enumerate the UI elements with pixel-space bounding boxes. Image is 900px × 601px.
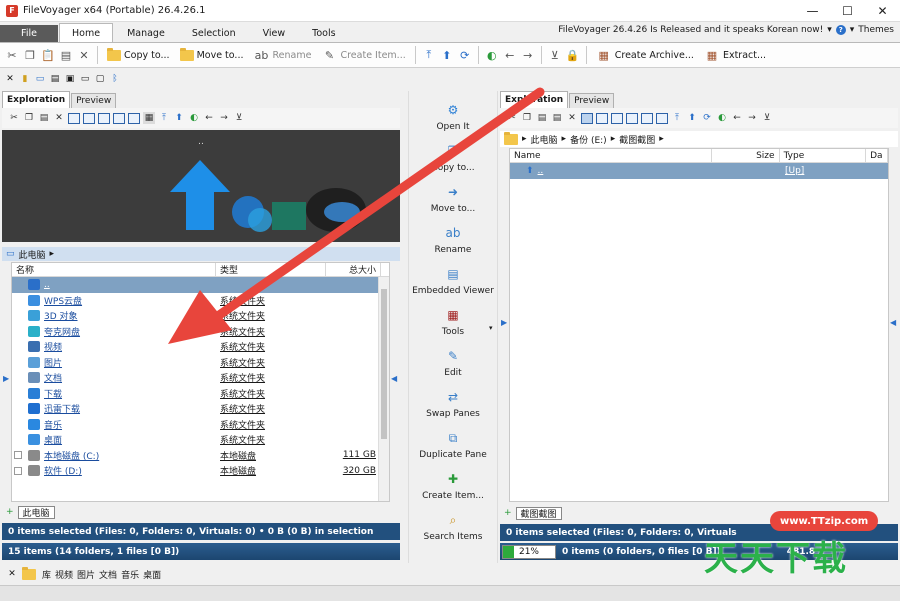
watermark: www.TTzip.com 天天下载 — [700, 505, 900, 583]
watermark-brand: 天天下载 — [704, 539, 848, 579]
watermark-url: www.TTzip.com — [770, 511, 879, 531]
watermark-url-text: www.TTzip.com — [780, 515, 869, 527]
